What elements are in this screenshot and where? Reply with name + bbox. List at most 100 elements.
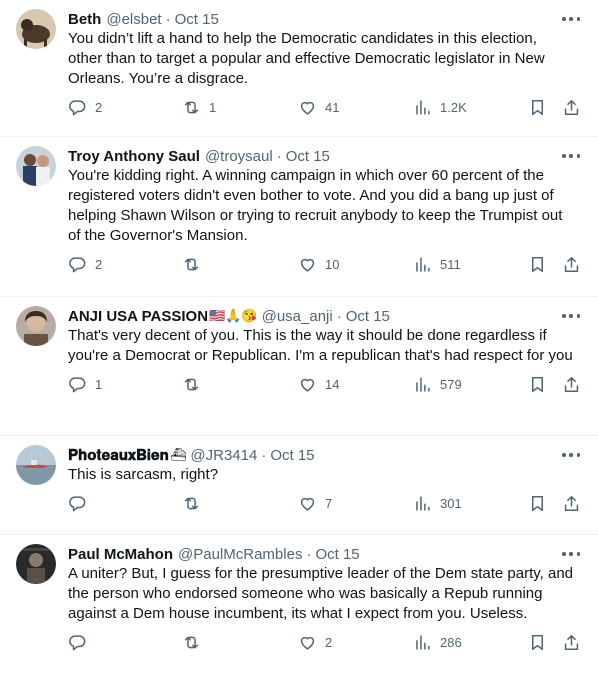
separator-dot: · (306, 545, 312, 563)
like-button[interactable]: 2 (298, 632, 332, 652)
like-icon (300, 378, 315, 392)
avatar[interactable] (16, 306, 56, 346)
more-icon[interactable] (562, 547, 580, 561)
tweet-date[interactable]: Oct 15 (286, 148, 330, 165)
more-icon[interactable] (562, 448, 580, 462)
avatar[interactable] (16, 544, 56, 584)
retweet-button[interactable] (182, 632, 209, 652)
like-count: 7 (325, 495, 333, 511)
retweet-button[interactable] (182, 493, 209, 513)
action-bar: 2 286 (68, 624, 582, 664)
tweet-date[interactable]: Oct 15 (270, 447, 314, 464)
views-button[interactable]: 579 (413, 374, 462, 394)
tweet[interactable]: ANJI USA PASSION 🇺🇸🙏😘 @usa_anji · Oct 15… (0, 297, 598, 436)
reply-count: 2 (95, 99, 103, 115)
user-handle[interactable]: @PaulMcRambles (178, 546, 302, 563)
separator-dot: · (165, 10, 171, 28)
share-button[interactable] (562, 632, 581, 652)
like-count: 41 (325, 99, 340, 115)
views-icon (416, 495, 430, 511)
views-count: 286 (440, 634, 462, 650)
reply-icon (69, 634, 86, 650)
share-icon (564, 99, 579, 115)
tweet-text: This is sarcasm, right? (68, 466, 219, 483)
retweet-button[interactable] (182, 254, 209, 274)
user-handle[interactable]: @troysaul (205, 148, 273, 165)
retweet-icon (184, 378, 199, 390)
tweet-date[interactable]: Oct 15 (315, 546, 359, 563)
bookmark-button[interactable] (528, 97, 547, 117)
action-bar: 7 301 (68, 485, 582, 525)
display-name[interactable]: Troy Anthony Saul (68, 148, 200, 165)
like-button[interactable]: 41 (298, 97, 339, 117)
avatar[interactable] (16, 146, 56, 186)
views-count: 301 (440, 495, 462, 511)
share-icon (564, 634, 579, 650)
user-handle[interactable]: @elsbet (106, 11, 161, 28)
tweet[interactable]: 𝐏𝐡𝐨𝐭𝐞𝐚𝐮𝐱𝐁𝐢𝐞𝐧 ⛴ @JR3414 · Oct 15 This is … (0, 436, 598, 535)
display-name[interactable]: 𝐏𝐡𝐨𝐭𝐞𝐚𝐮𝐱𝐁𝐢𝐞𝐧 (68, 447, 169, 464)
more-icon[interactable] (562, 309, 580, 323)
separator-dot: · (336, 307, 342, 325)
tweet-date[interactable]: Oct 15 (175, 11, 219, 28)
display-name[interactable]: Beth (68, 11, 101, 28)
tweet-text: A uniter? But, I guess for the presumpti… (68, 565, 573, 622)
like-icon (300, 497, 315, 511)
share-button[interactable] (562, 374, 581, 394)
like-button[interactable]: 7 (298, 493, 332, 513)
like-count: 2 (325, 634, 333, 650)
bookmark-icon (531, 256, 544, 272)
share-button[interactable] (562, 254, 581, 274)
like-button[interactable]: 14 (298, 374, 339, 394)
bookmark-button[interactable] (528, 493, 547, 513)
tweet[interactable]: Troy Anthony Saul @troysaul · Oct 15 You… (0, 137, 598, 297)
more-icon[interactable] (562, 12, 580, 26)
views-count: 1.2K (440, 99, 467, 115)
more-icon[interactable] (562, 149, 580, 163)
display-name[interactable]: Paul McMahon (68, 546, 173, 563)
tweet-date[interactable]: Oct 15 (346, 308, 390, 325)
reply-button[interactable] (68, 493, 95, 513)
bookmark-button[interactable] (528, 632, 547, 652)
views-button[interactable]: 301 (413, 493, 462, 513)
name-emoji: ⛴ (169, 447, 187, 462)
retweet-button[interactable] (182, 374, 209, 394)
reply-button[interactable] (68, 632, 95, 652)
reply-button[interactable]: 1 (68, 374, 102, 394)
avatar[interactable] (16, 9, 56, 49)
reply-icon (69, 256, 86, 272)
reply-icon (69, 495, 86, 511)
reply-count: 1 (95, 376, 103, 392)
share-button[interactable] (562, 97, 581, 117)
tweet[interactable]: Paul McMahon @PaulMcRambles · Oct 15 A u… (0, 535, 598, 681)
user-handle[interactable]: @JR3414 (190, 447, 257, 464)
views-button[interactable]: 286 (413, 632, 462, 652)
reply-icon (69, 99, 86, 115)
like-button[interactable]: 10 (298, 254, 339, 274)
bookmark-button[interactable] (528, 374, 547, 394)
retweet-icon (184, 258, 199, 270)
tweet[interactable]: Beth @elsbet · Oct 15 You didn’t lift a … (0, 0, 598, 137)
like-count: 10 (325, 256, 340, 272)
views-button[interactable]: 1.2K (413, 97, 467, 117)
views-icon (416, 256, 430, 272)
avatar[interactable] (16, 445, 56, 485)
views-count: 579 (440, 376, 462, 392)
share-icon (564, 376, 579, 392)
bookmark-button[interactable] (528, 254, 547, 274)
separator-dot: · (261, 446, 267, 464)
user-handle[interactable]: @usa_anji (262, 308, 333, 325)
display-name[interactable]: ANJI USA PASSION (68, 308, 208, 325)
reply-button[interactable]: 2 (68, 254, 102, 274)
reply-count: 2 (95, 256, 103, 272)
action-bar: 2 10 511 (68, 246, 582, 286)
share-icon (564, 495, 579, 511)
views-button[interactable]: 511 (413, 254, 461, 274)
share-button[interactable] (562, 493, 581, 513)
views-icon (416, 376, 430, 392)
retweet-button[interactable]: 1 (182, 97, 216, 117)
reply-button[interactable]: 2 (68, 97, 102, 117)
like-icon (300, 101, 315, 115)
tweet-text: You didn’t lift a hand to help the Democ… (68, 30, 545, 87)
separator-dot: · (276, 147, 282, 165)
